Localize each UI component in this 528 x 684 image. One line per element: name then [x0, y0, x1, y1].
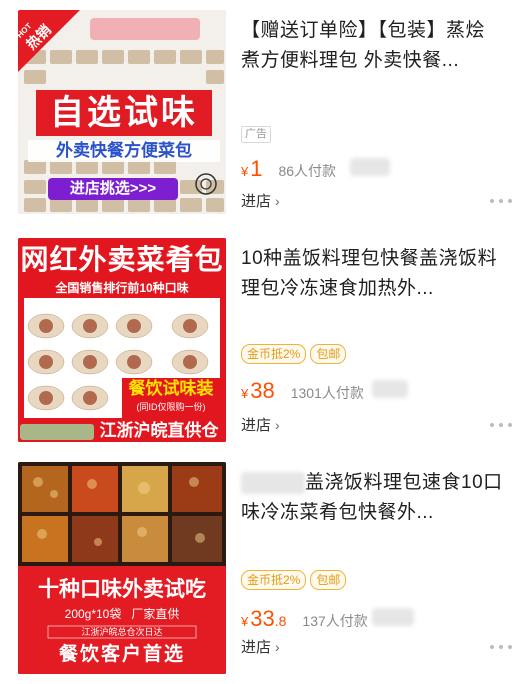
more-options-icon[interactable]	[490, 422, 512, 428]
currency-symbol: ¥	[241, 164, 249, 179]
product-image-2[interactable]: 网红外卖菜肴包 全国销售排行前10种口味 餐饮试味装 (同ID仅限购一份) 江浙…	[18, 238, 226, 442]
paid-count: 86人付款	[278, 163, 337, 179]
product-image-1[interactable]: HOT 热销 自选试味 外卖快餐方便菜包 进店挑选>>>	[18, 10, 226, 214]
price-value: 33	[250, 606, 275, 631]
more-options-icon[interactable]	[490, 644, 512, 650]
shop-link-1[interactable]: 进店 ›	[241, 190, 280, 211]
product-title-2[interactable]: 10种盖饭料理包快餐盖浇饭料理包冷冻速食加热外...	[241, 244, 503, 304]
more-options-icon[interactable]	[490, 198, 512, 204]
image-footer: 餐饮客户首选	[58, 644, 185, 665]
product-image-3[interactable]: 十种口味外卖试吃 200g*10袋 厂家直供 江浙沪皖总仓次日达 餐饮客户首选	[18, 462, 226, 674]
currency-symbol: ¥	[241, 614, 249, 629]
chevron-right-icon: ›	[275, 638, 280, 655]
image-supply: 江浙沪皖直供仓	[99, 421, 219, 440]
image-rank: 全国销售排行前10种口味	[55, 281, 189, 295]
ad-tag: 广告	[241, 126, 271, 143]
blurred-location	[371, 608, 414, 626]
coin-discount-badge: 金币抵2%	[241, 344, 307, 364]
paid-count: 1301人付款	[290, 385, 364, 401]
image-spec: 200g*10袋 厂家直供	[64, 607, 180, 621]
image-trial: 餐饮试味装	[128, 379, 214, 398]
product-title-3[interactable]: 盖浇饭料理包速食10口味冷冻菜肴包快餐外...	[241, 468, 503, 528]
product-card-1[interactable]: HOT 热销 自选试味 外卖快餐方便菜包 进店挑选>>> 【赠送订单险】【包装】…	[0, 0, 528, 228]
badge-row-3: 金币抵2% 包邮	[241, 570, 347, 590]
price-decimal: .8	[274, 613, 287, 629]
image-headline: 十种口味外卖试吃	[38, 578, 206, 601]
product-title-1[interactable]: 【赠送订单险】【包装】蒸烩煮方便料理包 外卖快餐...	[241, 16, 503, 76]
image-trial-note: (同ID仅限购一份)	[136, 402, 206, 412]
paid-count: 137人付款	[302, 613, 368, 629]
shop-link-3[interactable]: 进店 ›	[241, 636, 280, 657]
shop-label: 进店	[241, 417, 272, 434]
price-row-2: ¥ 38 1301人付款	[241, 378, 408, 404]
shop-label: 进店	[241, 193, 272, 210]
price-value: 38	[250, 378, 275, 403]
product-card-3[interactable]: 十种口味外卖试吃 200g*10袋 厂家直供 江浙沪皖总仓次日达 餐饮客户首选 …	[0, 452, 528, 684]
chevron-right-icon: ›	[275, 192, 280, 209]
image-main-text: 自选试味	[50, 94, 198, 132]
image-ship: 江浙沪皖总仓次日达	[81, 627, 163, 637]
image-sub-text: 外卖快餐方便菜包	[56, 141, 192, 160]
price-row-1: ¥ 1 86人付款	[241, 156, 391, 182]
price-value: 1	[250, 156, 263, 181]
coin-discount-badge: 金币抵2%	[241, 570, 307, 590]
badge-row-2: 金币抵2% 包邮	[241, 344, 347, 364]
price-row-3: ¥ 33 .8 137人付款	[241, 606, 414, 632]
blurred-location	[371, 380, 408, 398]
blurred-brand	[241, 471, 305, 494]
shop-label: 进店	[241, 639, 272, 656]
free-shipping-badge: 包邮	[310, 570, 347, 590]
shop-link-2[interactable]: 进店 ›	[241, 414, 280, 435]
currency-symbol: ¥	[241, 386, 249, 401]
image-cta-text: 进店挑选>>>	[69, 180, 157, 197]
image-headline: 网红外卖菜肴包	[20, 244, 224, 275]
product-card-2[interactable]: 网红外卖菜肴包 全国销售排行前10种口味 餐饮试味装 (同ID仅限购一份) 江浙…	[0, 228, 528, 452]
blurred-location	[350, 158, 391, 176]
chevron-right-icon: ›	[275, 416, 280, 433]
free-shipping-badge: 包邮	[310, 344, 347, 364]
